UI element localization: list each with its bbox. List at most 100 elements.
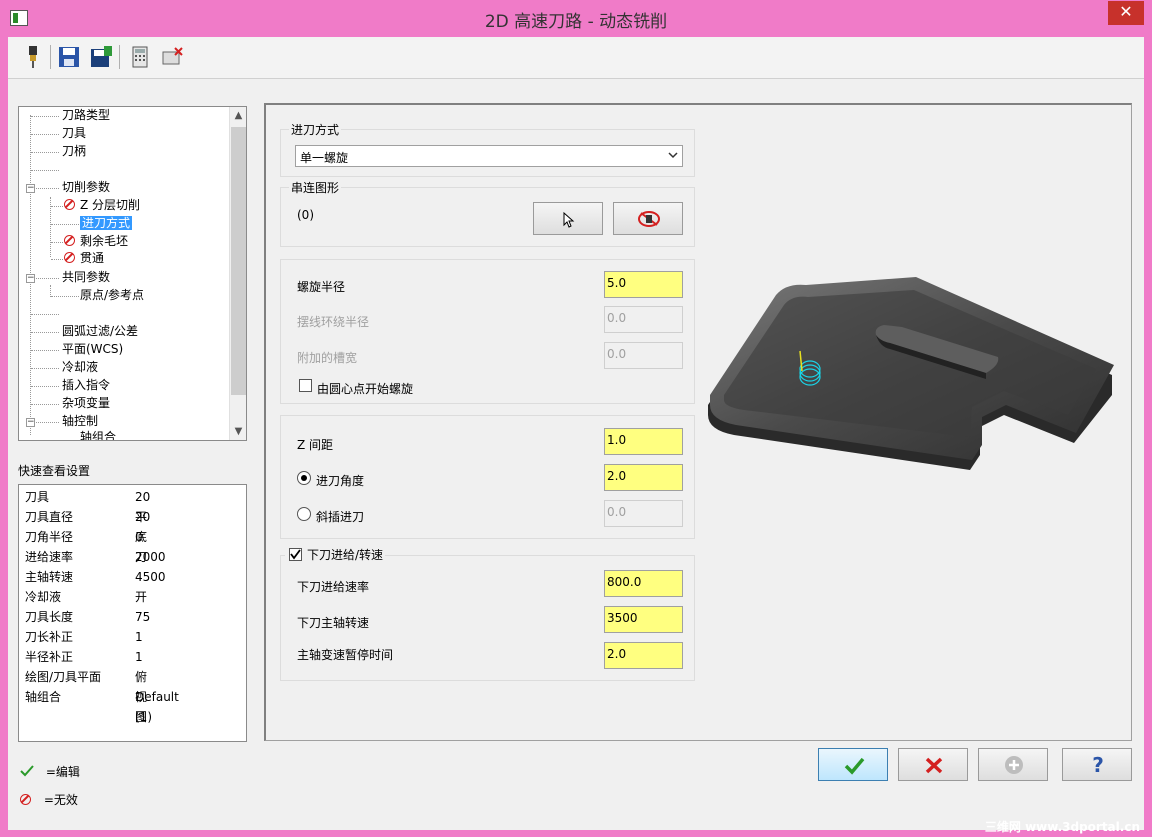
plunge-speed-field[interactable]: 3500	[604, 606, 683, 633]
trochoid-radius-label: 摆线环绕半径	[297, 315, 370, 329]
scroll-up-icon[interactable]: ▲	[230, 107, 246, 124]
remove-icon[interactable]	[159, 44, 185, 70]
helix-radius-label: 螺旋半径	[297, 280, 346, 294]
ok-button[interactable]	[818, 748, 888, 781]
dwell-time-field[interactable]: 2.0	[604, 642, 683, 669]
tree-item-remaining-stock[interactable]: 剩余毛坯	[64, 233, 128, 250]
scroll-thumb[interactable]	[231, 127, 246, 395]
setting-value: 20	[135, 510, 151, 524]
add-button[interactable]	[978, 748, 1048, 781]
tree-item-break-through[interactable]: 贯通	[64, 250, 104, 267]
tree-item-linking-parameters[interactable]: 共同参数	[62, 269, 110, 286]
collapse-toggle[interactable]: −	[26, 274, 35, 283]
list-item: 主轴转速 4500	[25, 567, 166, 587]
setting-key: 半径补正	[25, 650, 74, 664]
plunge-feed-field[interactable]: 800.0	[604, 570, 683, 597]
tree-item-misc-values[interactable]: 杂项变量	[62, 395, 110, 412]
ramp-entry-radio[interactable]	[297, 507, 311, 521]
slot-width-label: 附加的槽宽	[297, 351, 358, 365]
setting-value: 开	[135, 590, 148, 604]
collapse-toggle[interactable]: −	[26, 418, 35, 427]
tree-item-label: 轴组合	[80, 430, 117, 440]
scroll-down-icon[interactable]: ▼	[230, 423, 246, 440]
save-icon[interactable]	[56, 44, 82, 70]
ramp-entry-label: 斜插进刀	[316, 510, 365, 524]
toolbar	[8, 37, 1144, 79]
setting-value: 4500	[135, 570, 166, 584]
tree-item-label: 杂项变量	[62, 396, 111, 410]
select-chain-button[interactable]	[533, 202, 603, 235]
helix-group: 螺旋半径 5.0 摆线环绕半径 0.0 附加的槽宽 0.0 由圆心点开始螺旋	[280, 259, 695, 404]
helix-radius-field[interactable]: 5.0	[604, 271, 683, 298]
tree-scrollbar[interactable]: ▲ ▼	[229, 107, 246, 440]
legend-invalid: =无效	[20, 791, 78, 808]
tree-item-tool[interactable]: 刀具	[62, 125, 86, 142]
tree-item-depth-cuts[interactable]: Z 分层切削	[64, 197, 140, 214]
tree-item-coolant[interactable]: 冷却液	[62, 359, 98, 376]
tree-branch	[31, 152, 59, 153]
plunge-angle-label: 进刀角度	[316, 474, 365, 488]
tree-branch	[31, 386, 59, 387]
close-button[interactable]: ✕	[1108, 1, 1144, 25]
ramp-entry-field[interactable]: 0.0	[604, 500, 683, 527]
checkmark-icon	[844, 757, 865, 775]
tree-item-home-ref-points[interactable]: 原点/参考点	[80, 287, 144, 304]
plunge-speed-label: 下刀主轴转速	[297, 616, 370, 630]
tree-item-label: 原点/参考点	[80, 288, 145, 302]
tree-branch	[31, 332, 59, 333]
z-step-field[interactable]: 1.0	[604, 428, 683, 455]
tree-item-entry-motion[interactable]: 进刀方式	[80, 215, 133, 232]
setting-key: 轴组合	[25, 690, 62, 704]
trochoid-radius-field[interactable]: 0.0	[604, 306, 683, 333]
plunge-angle-radio[interactable]	[297, 471, 311, 485]
setting-value: 1	[135, 630, 143, 644]
tree-item-label: 刀具	[62, 126, 87, 140]
checkmark-icon	[290, 549, 301, 560]
tree-branch	[51, 242, 63, 243]
plunge-feed-checkbox[interactable]	[289, 548, 302, 561]
tree-item-arc-filter[interactable]: 圆弧过滤/公差	[62, 323, 138, 340]
setting-value: 75	[135, 610, 151, 624]
window-title: 2D 高速刀路 - 动态铣削	[484, 12, 668, 32]
collapse-toggle[interactable]: −	[26, 184, 35, 193]
help-button[interactable]: ?	[1062, 748, 1132, 781]
group-title: 进刀方式	[289, 121, 342, 138]
tree-item-label: 冷却液	[62, 360, 99, 374]
tree-item-label: 轴控制	[62, 414, 99, 428]
checkmark-icon	[20, 765, 34, 777]
tree-item-holder[interactable]: 刀柄	[62, 143, 86, 160]
plunge-feed-group: 下刀进给/转速 下刀进给速率 800.0 下刀主轴转速 3500 主轴变速暂停时…	[280, 546, 695, 681]
tree-item-toolpath-type[interactable]: 刀路类型	[62, 107, 110, 124]
tree-item-canned-text[interactable]: 插入指令	[62, 377, 110, 394]
tree-item-axis-combination[interactable]: 轴组合	[80, 430, 116, 440]
setting-key: 进给速率	[25, 550, 74, 564]
calculator-icon[interactable]	[127, 44, 153, 70]
tree-branch	[31, 116, 59, 117]
setting-key: 主轴转速	[25, 570, 74, 584]
tool-icon[interactable]	[20, 44, 46, 70]
plunge-angle-field[interactable]: 2.0	[604, 464, 683, 491]
slot-width-field[interactable]: 0.0	[604, 342, 683, 369]
plunge-group-title-text: 下刀进给/转速	[307, 548, 384, 562]
entry-method-group: 进刀方式 单一螺旋	[280, 121, 695, 177]
setting-value: 1	[135, 650, 143, 664]
legend-edit: =编辑	[20, 763, 80, 780]
tree-item-label: 插入指令	[62, 378, 111, 392]
entry-method-select[interactable]: 单一螺旋	[295, 145, 683, 167]
tree-item-label: 共同参数	[62, 270, 111, 284]
list-item: 刀具 20 平底刀	[25, 487, 150, 564]
clear-chain-button[interactable]	[613, 202, 683, 235]
list-item: 绘图/刀具平面 俯视图	[25, 667, 147, 724]
tree-item-axis-control[interactable]: 轴控制	[62, 413, 98, 430]
setting-key: 刀具	[25, 490, 50, 504]
setting-key: 刀具长度	[25, 610, 74, 624]
tree-branch	[51, 259, 63, 260]
tree-item-cut-parameters[interactable]: 切削参数	[62, 179, 110, 196]
setting-key: 刀具直径	[25, 510, 74, 524]
cancel-button[interactable]	[898, 748, 968, 781]
invalid-icon	[20, 794, 31, 805]
quick-settings-title: 快速查看设置	[18, 464, 91, 478]
tree-item-planes-wcs[interactable]: 平面(WCS)	[62, 341, 123, 358]
save-as-icon[interactable]	[88, 44, 114, 70]
start-at-center-checkbox[interactable]	[299, 379, 312, 392]
